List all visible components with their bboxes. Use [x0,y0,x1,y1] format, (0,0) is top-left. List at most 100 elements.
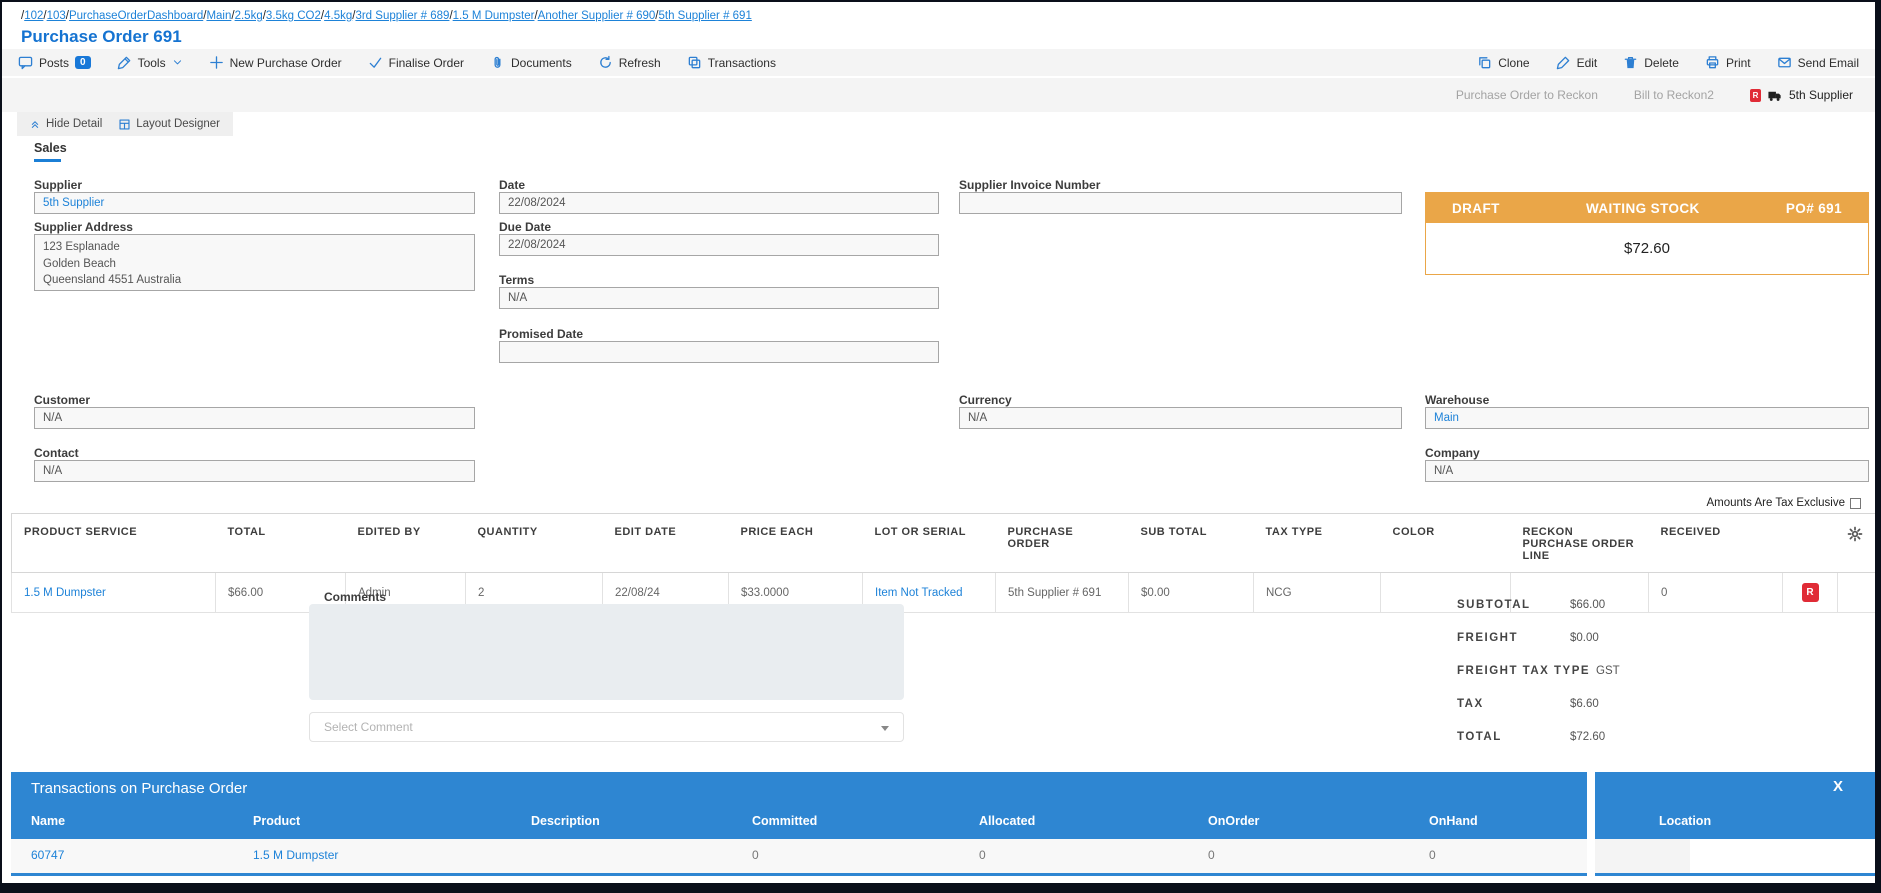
customer-field[interactable]: N/A [34,407,475,429]
tx-cell-name[interactable]: 60747 [31,848,64,862]
col-edit-date[interactable]: EDIT DATE [603,514,729,573]
bill-to-reckon-link[interactable]: Bill to Reckon2 [1634,88,1714,102]
transactions-label: Transactions [708,56,776,70]
breadcrumb-link-main[interactable]: Main [206,10,231,22]
tools-button[interactable]: Tools [117,55,183,70]
tax-label: TAX [1457,698,1570,710]
subtotal-row: SUBTOTAL $66.00 [1457,599,1877,632]
layout-designer-tab[interactable]: Layout Designer [118,118,220,131]
double-chevron-up-icon [29,118,41,130]
supplier-invoice-number-field[interactable] [959,192,1402,214]
company-label: Company [1425,446,1480,460]
breadcrumb-link-dumpster[interactable]: 1.5 M Dumpster [453,10,535,22]
printer-icon [1705,55,1720,70]
tab-sales[interactable]: Sales [34,141,67,155]
col-purchase-order[interactable]: PURCHASE ORDER [996,514,1129,573]
contact-field[interactable]: N/A [34,460,475,482]
address-line-2: Golden Beach [43,256,466,273]
delete-button[interactable]: Delete [1623,55,1679,70]
tx-col-name[interactable]: Name [31,814,65,828]
tx-col-allocated[interactable]: Allocated [979,814,1035,828]
col-product-service[interactable]: PRODUCT SERVICE [12,514,216,573]
close-transactions-button[interactable]: X [1833,778,1843,795]
col-reckon-po-line[interactable]: RECKON PURCHASE ORDER LINE [1511,514,1649,573]
reckon-badge-icon: R [1750,89,1761,102]
col-total[interactable]: TOTAL [216,514,346,573]
col-color[interactable]: COLOR [1381,514,1511,573]
status-box: DRAFT WAITING STOCK PO# 691 $72.60 [1425,192,1869,275]
tx-col-product[interactable]: Product [253,814,300,828]
delete-label: Delete [1644,56,1679,70]
breadcrumb-link-another-supplier[interactable]: Another Supplier # 690 [538,10,656,22]
total-row: TOTAL $72.60 [1457,731,1877,764]
refresh-label: Refresh [619,56,661,70]
transactions-button[interactable]: Transactions [687,55,776,70]
hide-detail-tab[interactable]: Hide Detail [29,118,102,130]
tx-cell-product[interactable]: 1.5 M Dumpster [253,848,338,862]
col-lot-or-serial[interactable]: LOT OR SERIAL [863,514,996,573]
col-received[interactable]: RECEIVED [1649,514,1783,573]
toolbar-left-group: Posts 0 Tools New Purchase Order Finalis… [18,55,776,70]
purchase-order-to-reckon-link[interactable]: Purchase Order to Reckon [1456,88,1598,102]
status-po-number: PO# 691 [1786,201,1842,216]
line-items-table: PRODUCT SERVICE TOTAL EDITED BY QUANTITY… [11,513,1876,613]
address-line-1: 123 Esplanade [43,239,466,256]
col-quantity[interactable]: QUANTITY [466,514,603,573]
tx-col-onhand[interactable]: OnHand [1429,814,1478,828]
cell-product-service[interactable]: 1.5 M Dumpster [12,573,216,613]
clone-button[interactable]: Clone [1477,55,1529,70]
transactions-row: 60747 1.5 M Dumpster 0 0 0 0 [11,839,1587,873]
breadcrumb-link-5th-supplier[interactable]: 5th Supplier # 691 [659,10,752,22]
breadcrumb-link-25kg[interactable]: 2.5kg [235,10,263,22]
send-email-button[interactable]: Send Email [1777,55,1859,70]
amounts-tax-exclusive-checkbox[interactable] [1850,498,1861,509]
tx-col-location[interactable]: Location [1659,814,1711,828]
print-button[interactable]: Print [1705,55,1751,70]
warehouse-field[interactable]: Main [1425,407,1869,429]
breadcrumb-link-dashboard[interactable]: PurchaseOrderDashboard [69,10,203,22]
supplier-address-field[interactable]: 123 Esplanade Golden Beach Queensland 45… [34,234,475,291]
cell-sub-total: $0.00 [1129,573,1254,613]
breadcrumb-link-35kg-co2[interactable]: 3.5kg CO2 [266,10,321,22]
warehouse-label: Warehouse [1425,393,1489,407]
comments-textarea[interactable] [309,604,904,700]
envelope-icon [1777,55,1792,70]
breadcrumb-link-3rd-supplier[interactable]: 3rd Supplier # 689 [355,10,449,22]
promised-date-field[interactable] [499,341,939,363]
supplier-invoice-number-label: Supplier Invoice Number [959,178,1100,192]
tx-cell-onorder: 0 [1208,848,1215,862]
tx-col-onorder[interactable]: OnOrder [1208,814,1259,828]
tx-col-committed[interactable]: Committed [752,814,817,828]
new-purchase-order-button[interactable]: New Purchase Order [209,55,342,70]
tx-col-description[interactable]: Description [531,814,600,828]
pen-icon [117,55,132,70]
refresh-button[interactable]: Refresh [598,55,661,70]
select-comment-dropdown[interactable]: Select Comment [309,712,904,742]
hide-detail-label: Hide Detail [46,118,102,130]
send-email-label: Send Email [1798,56,1859,70]
col-sub-total[interactable]: SUB TOTAL [1129,514,1254,573]
finalise-order-button[interactable]: Finalise Order [368,55,464,70]
terms-field[interactable]: N/A [499,287,939,309]
col-tax-type[interactable]: TAX TYPE [1254,514,1381,573]
amounts-tax-exclusive: Amounts Are Tax Exclusive [1707,497,1862,509]
col-edited-by[interactable]: EDITED BY [346,514,466,573]
posts-button[interactable]: Posts 0 [18,55,91,70]
transactions-location-panel: X Location [1595,772,1876,876]
breadcrumb-link-45kg[interactable]: 4.5kg [324,10,352,22]
tools-label: Tools [138,56,166,70]
breadcrumb-link-102[interactable]: 102 [24,10,43,22]
supplier-field[interactable]: 5th Supplier [34,192,475,214]
company-field[interactable]: N/A [1425,460,1869,482]
edit-button[interactable]: Edit [1556,55,1598,70]
date-field[interactable]: 22/08/2024 [499,192,939,214]
currency-field[interactable]: N/A [959,407,1402,429]
breadcrumb-link-103[interactable]: 103 [47,10,66,22]
due-date-field[interactable]: 22/08/2024 [499,234,939,256]
documents-button[interactable]: Documents [490,55,572,70]
clone-label: Clone [1498,56,1529,70]
col-price-each[interactable]: PRICE EACH [729,514,863,573]
supplier-chip[interactable]: R 5th Supplier [1750,88,1853,103]
table-settings-button[interactable] [1795,526,1864,542]
select-comment-placeholder: Select Comment [324,720,413,734]
